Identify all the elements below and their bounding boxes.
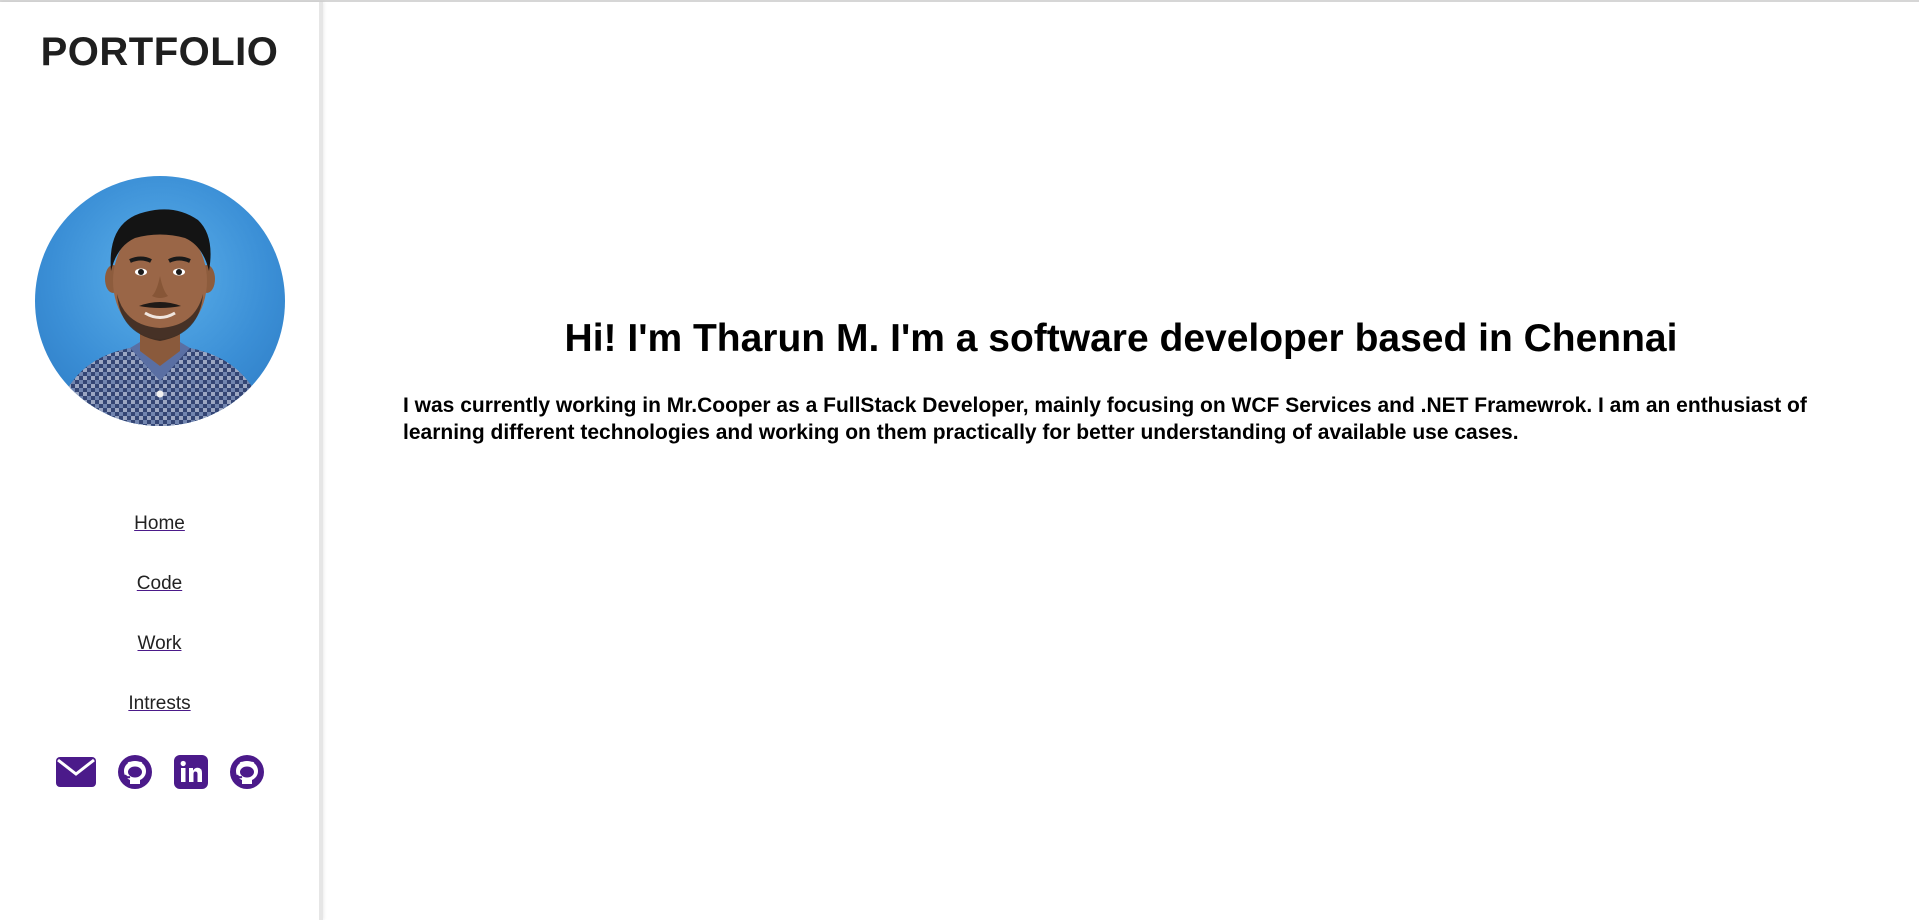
site-brand: PORTFOLIO [40,30,279,74]
profile-photo-image [55,209,267,426]
sidebar: PORTFOLIO Home Code Work Intrests [0,2,323,920]
profile-photo [35,176,285,426]
nav-link-code[interactable]: Code [0,567,319,627]
github-icon[interactable] [117,754,153,790]
linkedin-icon[interactable] [173,754,209,790]
nav-link-intrests[interactable]: Intrests [0,687,319,747]
hero-headline: Hi! I'm Tharun M. I'm a software develop… [564,317,1678,360]
nav-link-work[interactable]: Work [0,627,319,687]
nav-link-home[interactable]: Home [0,507,319,567]
sidebar-nav: Home Code Work Intrests [0,507,319,747]
main-content: Hi! I'm Tharun M. I'm a software develop… [323,2,1919,920]
email-icon[interactable] [55,756,97,788]
page: PORTFOLIO Home Code Work Intrests Hi! I'… [0,0,1919,920]
github-icon[interactable] [229,754,265,790]
social-links [0,754,319,790]
intro-paragraph: I was currently working in Mr.Cooper as … [403,394,1807,444]
